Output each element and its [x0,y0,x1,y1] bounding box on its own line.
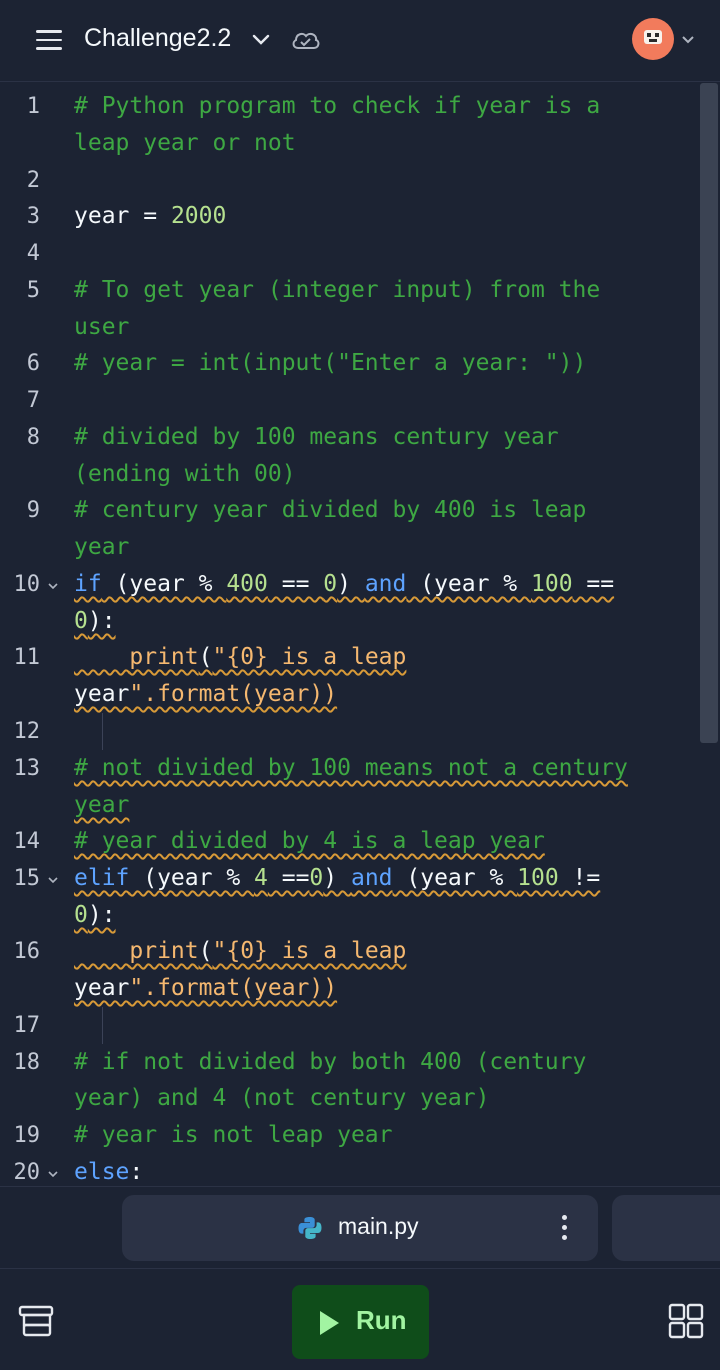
play-icon [320,1311,339,1335]
menu-icon[interactable] [36,30,62,50]
line-number: 10 [13,572,41,597]
code-text: if (year % 400 == 0) and (year % 100 == [74,571,615,597]
line-number: 20 [13,1160,41,1185]
code-text: year".format(year)) [74,975,338,1001]
code-text: print("{0} is a leap [129,644,407,670]
code-editor[interactable]: 1 # Python program to check if year is a… [0,83,720,1185]
code-text: # To get year (integer input) from the [74,277,601,303]
code-text: # divided by 100 means century year [74,424,559,450]
line-number: 19 [13,1123,41,1148]
code-text: year".format(year)) [74,681,338,707]
code-text: year".format(year)) [74,676,337,713]
line-number: 17 [13,1013,41,1038]
line-number: 16 [13,939,41,964]
code-text: # not divided by 100 means not a century [74,755,628,781]
code-text: print("{0} is a leap [74,639,406,676]
file-tab-label: main.py [338,1213,419,1239]
line-number: 4 [26,241,40,266]
line-number: 15 [13,866,41,891]
code-text: elif (year % 4 ==0) and (year % 100 != [74,860,600,897]
line-number: 7 [26,388,40,413]
code-text: year [74,534,130,560]
line-number: 9 [26,498,40,523]
code-text: else: [74,1159,144,1185]
fold-chevron-icon[interactable] [47,580,59,592]
top-bar: Challenge2.2 [0,0,720,82]
code-text: 0): [74,897,116,934]
code-text: # Python program to check if year is a [74,93,601,119]
file-tab-main[interactable]: main.py [122,1195,598,1261]
avatar[interactable] [632,18,674,60]
chevron-down-icon[interactable] [250,28,272,50]
grid-icon[interactable] [668,1303,704,1339]
code-text: elif (year % 4 ==0) and (year % 100 != [74,865,601,891]
cloud-check-icon [292,32,320,49]
code-text: # year divided by 4 is a leap year [74,828,545,854]
file-tab-extra[interactable] [612,1195,720,1261]
code-text: year".format(year)) [74,970,337,1007]
line-number: 12 [13,719,41,744]
code-text: year = 2000 [74,203,227,229]
editor-scrollbar[interactable] [700,83,718,743]
code-text: 0): [74,603,116,640]
bottom-bar: Run [0,1268,720,1370]
code-text: (ending with 00) [74,461,296,487]
code-text: year) and 4 (not century year) [74,1085,490,1111]
file-tab-bar: main.py [0,1186,720,1269]
line-number: 11 [13,645,41,670]
code-text: # if not divided by both 400 (century [74,1049,587,1075]
code-text: leap year or not [74,130,296,156]
code-text: user [74,314,130,340]
code-text: else: [74,1154,143,1185]
line-number: 6 [26,351,40,376]
line-number: 18 [13,1050,41,1075]
code-text: year = 2000 [74,198,226,235]
python-icon [298,1217,322,1239]
run-button[interactable]: Run [292,1285,429,1359]
project-title[interactable]: Challenge2.2 [84,24,231,53]
line-number: 8 [26,425,40,450]
line-number: 1 [26,94,40,119]
stack-icon[interactable] [18,1303,54,1339]
code-text: # year = int(input("Enter a year: ")) [74,350,587,376]
code-text: print("{0} is a leap [129,938,407,964]
code-text: year [74,792,130,818]
code-text: 0): [74,902,116,928]
line-number: 13 [13,756,41,781]
code-text: if (year % 400 == 0) and (year % 100 == [74,566,614,603]
run-label: Run [356,1305,407,1335]
line-number: 14 [13,829,41,854]
line-number: 2 [26,168,40,193]
code-text: 0): [74,608,116,634]
chevron-down-icon[interactable] [680,31,696,47]
line-number: 5 [26,278,40,303]
code-text: # century year divided by 400 is leap [74,497,587,523]
indent-guide [102,1007,103,1044]
kebab-icon[interactable] [562,1215,568,1241]
fold-chevron-icon[interactable] [47,874,59,886]
code-text: # year is not leap year [74,1122,393,1148]
fold-chevron-icon[interactable] [47,1168,59,1180]
code-text: print("{0} is a leap [74,933,406,970]
indent-guide [102,713,103,750]
line-number: 3 [26,204,40,229]
